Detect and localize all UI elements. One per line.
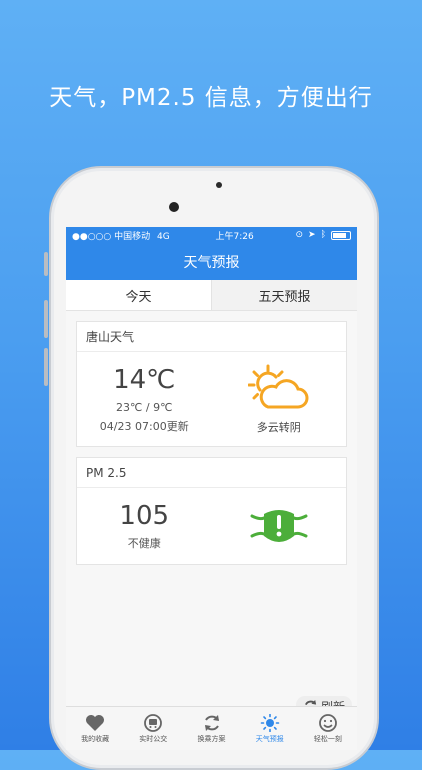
location-icon: ➤: [308, 230, 316, 240]
smile-icon: [319, 713, 337, 732]
mask-warning-icon: [250, 510, 308, 542]
sun-icon: [260, 713, 280, 732]
main-content: 唐山天气 14℃ 23℃ / 9℃ 04/23 07:00更新 多云转阴 PM …: [66, 311, 357, 717]
bottom-tab-bus[interactable]: 实时公交: [124, 707, 182, 750]
bottom-tab-bar: 我的收藏 实时公交 换乘方案 天气预报 轻松一刻: [66, 706, 357, 750]
status-time: 上午7:26: [215, 231, 254, 242]
network-label: 4G: [157, 231, 170, 242]
carrier-label: ●●○○○ 中国移动: [72, 231, 151, 242]
bottom-tab-favorites-label: 我的收藏: [81, 734, 110, 743]
phone-sensor: [216, 182, 222, 188]
page-title: 天气预报: [183, 254, 240, 271]
bottom-tab-favorites[interactable]: 我的收藏: [66, 707, 124, 750]
update-time: 04/23 07:00更新: [99, 419, 189, 433]
bus-icon: [144, 713, 163, 732]
bottom-tab-weather[interactable]: 天气预报: [241, 707, 299, 750]
phone-volume-up: [44, 300, 48, 338]
bluetooth-icon: ᛒ: [320, 230, 326, 240]
weather-card-title: 唐山天气: [77, 322, 346, 352]
battery-icon: [331, 230, 351, 240]
tab-today[interactable]: 今天: [66, 280, 211, 310]
bottom-tab-weather-label: 天气预报: [255, 734, 284, 743]
pm25-value: 105: [119, 501, 170, 531]
bottom-tab-relax-label: 轻松一刻: [313, 734, 342, 743]
bottom-tab-bus-label: 实时公交: [139, 734, 168, 743]
temperature-range: 23℃ / 9℃: [116, 400, 173, 414]
promo-headline: 天气，PM2.5 信息，方便出行: [49, 85, 373, 111]
bottom-tab-transfer-label: 换乘方案: [197, 734, 226, 743]
nav-bar: 天气预报: [66, 243, 357, 280]
pm25-card: PM 2.5 105 不健康: [76, 457, 347, 565]
pm25-status: 不健康: [127, 537, 161, 550]
tab-bar: 今天 五天预报: [66, 280, 357, 311]
weather-card: 唐山天气 14℃ 23℃ / 9℃ 04/23 07:00更新 多云转阴: [76, 321, 347, 447]
status-bar: ●●○○○ 中国移动 4G 上午7:26 ⊙ ➤ ᛒ: [66, 227, 357, 243]
phone-mute-switch: [44, 252, 48, 276]
lock-rotation-icon: ⊙: [295, 230, 304, 240]
bottom-tab-transfer[interactable]: 换乘方案: [182, 707, 240, 750]
weather-condition: 多云转阴: [256, 421, 301, 434]
phone-camera: [169, 202, 179, 212]
partly-cloudy-icon: [247, 364, 309, 409]
app-screen: ●●○○○ 中国移动 4G 上午7:26 ⊙ ➤ ᛒ 天气预报 今天 五天预报 …: [66, 227, 357, 750]
phone-volume-down: [44, 348, 48, 386]
current-temperature: 14℃: [113, 364, 176, 395]
pm25-card-title: PM 2.5: [77, 458, 346, 488]
bottom-tab-relax[interactable]: 轻松一刻: [299, 707, 357, 750]
tab-five-day[interactable]: 五天预报: [211, 280, 357, 310]
refresh-icon: [204, 714, 219, 731]
heart-icon: [86, 714, 105, 731]
